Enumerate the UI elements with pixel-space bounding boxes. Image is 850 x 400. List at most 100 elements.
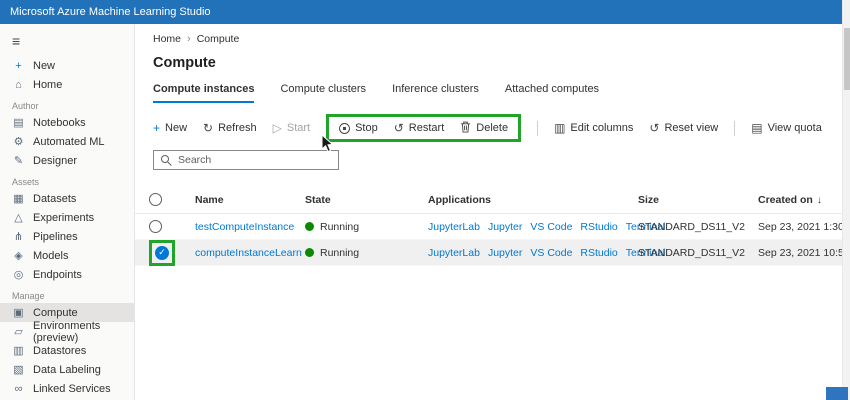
app-link-jupyter[interactable]: Jupyter (488, 247, 522, 259)
search-box[interactable] (153, 150, 339, 170)
app-title: Microsoft Azure Machine Learning Studio (10, 6, 211, 18)
vertical-scrollbar[interactable] (842, 0, 850, 400)
corner-blue-box (826, 387, 848, 400)
tab-compute-clusters[interactable]: Compute clusters (280, 83, 366, 103)
sidebar-item-label: Compute (33, 306, 78, 319)
top-bar: Microsoft Azure Machine Learning Studio (0, 0, 850, 24)
app-link-jupyterlab[interactable]: JupyterLab (428, 247, 480, 259)
sidebar-item-notebooks[interactable]: ▤ Notebooks (0, 113, 134, 132)
app-link-jupyter[interactable]: Jupyter (488, 221, 522, 233)
tab-bar: Compute instances Compute clusters Infer… (135, 83, 850, 103)
refresh-button[interactable]: ↻ Refresh (203, 122, 257, 134)
sidebar-item-label: Linked Services (33, 382, 111, 395)
select-all-checkbox[interactable] (149, 193, 162, 206)
app-link-rstudio[interactable]: RStudio (580, 221, 617, 233)
environments-icon: ▱ (14, 326, 23, 338)
delete-button[interactable]: Delete (460, 121, 508, 135)
sidebar-item-data-labeling[interactable]: ▧ Data Labeling (0, 360, 134, 379)
start-button[interactable]: ▷ Start (273, 122, 310, 134)
state-label: Running (320, 220, 360, 233)
sidebar-item-new[interactable]: + New (0, 56, 134, 75)
column-header-state[interactable]: State (305, 194, 428, 206)
table-row[interactable]: ✓ computeInstanceLearn Running JupyterLa… (135, 239, 850, 266)
sidebar-item-datasets[interactable]: ▦ Datasets (0, 189, 134, 208)
app-link-rstudio[interactable]: RStudio (580, 247, 617, 259)
column-header-created-on[interactable]: Created on ↓ (758, 194, 850, 206)
edit-columns-icon: ▥ (554, 121, 566, 135)
sidebar-item-label: Environments (preview) (33, 319, 101, 344)
view-quota-icon: ▤ (751, 121, 763, 135)
row-checkbox[interactable] (149, 220, 162, 233)
tab-compute-instances[interactable]: Compute instances (153, 83, 255, 103)
sidebar-item-pipelines[interactable]: ⋔ Pipelines (0, 227, 134, 246)
restart-button[interactable]: ↺ Restart (394, 122, 445, 134)
app-link-vscode[interactable]: VS Code (530, 247, 572, 259)
column-header-name[interactable]: Name (195, 194, 305, 206)
pipelines-icon: ⋔ (13, 231, 24, 243)
models-icon: ◈ (14, 250, 23, 262)
table-row[interactable]: testComputeInstance Running JupyterLab J… (135, 214, 850, 240)
sidebar-item-label: Pipelines (33, 230, 78, 243)
search-icon (161, 154, 172, 166)
designer-icon: ✎ (13, 155, 24, 167)
sidebar-item-models[interactable]: ◈ Models (0, 246, 134, 265)
datastores-icon: ▥ (13, 345, 24, 357)
toolbar: + New ↻ Refresh ▷ Start Stop ↺ Restart D… (135, 114, 850, 142)
instance-name-link[interactable]: computeInstanceLearn (195, 247, 302, 259)
view-quota-button[interactable]: ▤ View quota (751, 122, 822, 134)
stop-button[interactable]: Stop (339, 122, 378, 134)
sidebar-item-label: Endpoints (33, 268, 82, 281)
breadcrumb-home-link[interactable]: Home (153, 33, 181, 45)
stop-icon (339, 122, 351, 134)
tab-inference-clusters[interactable]: Inference clusters (392, 83, 479, 103)
sidebar-item-endpoints[interactable]: ◎ Endpoints (0, 265, 134, 284)
edit-columns-button[interactable]: ▥ Edit columns (554, 122, 633, 134)
app-link-vscode[interactable]: VS Code (530, 221, 572, 233)
sidebar-item-linked-services[interactable]: ∞ Linked Services (0, 379, 134, 398)
tab-attached-computes[interactable]: Attached computes (505, 83, 599, 103)
breadcrumb: Home › Compute (135, 24, 850, 45)
sidebar-item-label: Experiments (33, 211, 95, 224)
plus-icon: + (153, 121, 161, 135)
instance-name-link[interactable]: testComputeInstance (195, 221, 294, 233)
start-icon: ▷ (272, 121, 282, 135)
sidebar-item-datastores[interactable]: ▥ Datastores (0, 341, 134, 360)
reset-view-button[interactable]: ↺ Reset view (649, 122, 718, 134)
sidebar-item-designer[interactable]: ✎ Designer (0, 151, 134, 170)
sidebar-item-experiments[interactable]: △ Experiments (0, 208, 134, 227)
experiments-icon: △ (14, 212, 23, 224)
start-button-label: Start (286, 122, 311, 134)
scrollbar-thumb[interactable] (844, 28, 850, 90)
column-header-applications[interactable]: Applications (428, 194, 638, 206)
sidebar-item-label: Datasets (33, 192, 77, 205)
sidebar-section-assets: Assets (12, 177, 40, 187)
search-input[interactable] (178, 154, 331, 166)
home-icon: ⌂ (15, 78, 22, 91)
created-on-label: Created on (758, 193, 813, 206)
reset-view-label: Reset view (664, 122, 719, 134)
sidebar-item-label: Data Labeling (33, 363, 101, 376)
toolbar-separator (734, 120, 736, 136)
edit-columns-label: Edit columns (570, 122, 634, 134)
data-labeling-icon: ▧ (13, 364, 24, 376)
stop-button-label: Stop (355, 122, 378, 134)
main-content: Home › Compute Compute Compute instances… (135, 24, 850, 400)
sidebar-item-environments[interactable]: ▱ Environments (preview) (0, 319, 134, 344)
toolbar-separator (537, 120, 539, 136)
annotation-highlight-toolbar: Stop ↺ Restart Delete (326, 114, 522, 142)
linked-services-icon: ∞ (14, 382, 23, 395)
compute-instances-table: Name State Applications Size Created on ↓… (135, 186, 850, 266)
view-quota-label: View quota (767, 122, 822, 134)
running-status-icon (305, 248, 314, 257)
sidebar-item-home[interactable]: ⌂ Home (0, 75, 134, 94)
compute-icon: ▣ (13, 307, 24, 319)
column-header-size[interactable]: Size (638, 194, 758, 206)
table-header-row: Name State Applications Size Created on ↓ (135, 186, 850, 214)
app-link-jupyterlab[interactable]: JupyterLab (428, 221, 480, 233)
new-button[interactable]: + New (153, 122, 187, 134)
sort-desc-icon: ↓ (816, 194, 822, 206)
row-checkbox-checked[interactable]: ✓ (155, 245, 169, 260)
hamburger-menu-icon[interactable]: ≡ (0, 28, 134, 56)
sidebar-item-label: Automated ML (33, 135, 105, 148)
sidebar-item-automated-ml[interactable]: ⚙ Automated ML (0, 132, 134, 151)
